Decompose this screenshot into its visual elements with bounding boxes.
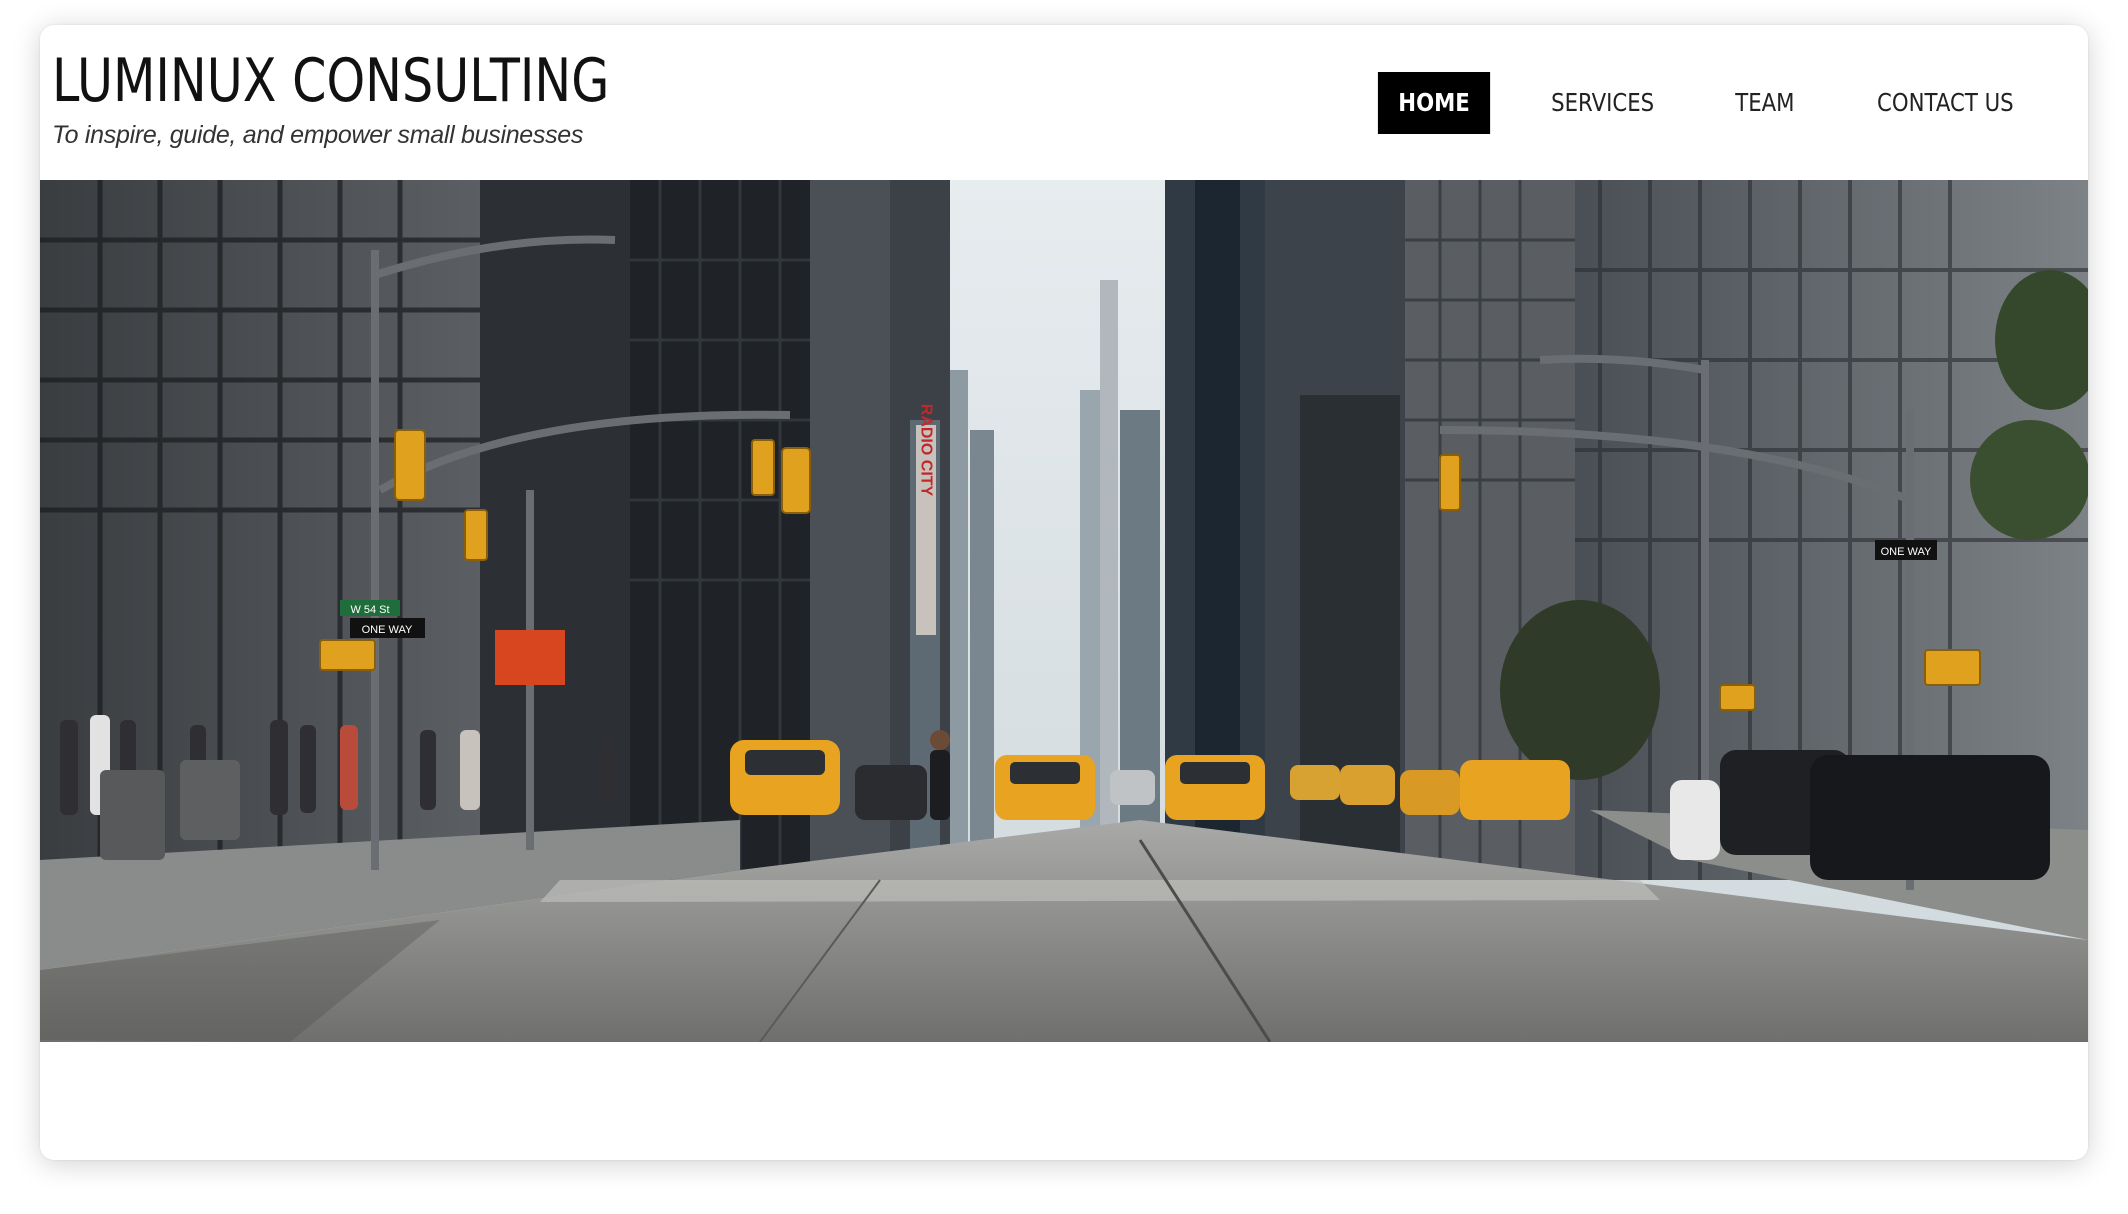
brand[interactable]: LUMINUX CONSULTING To inspire, guide, an… xyxy=(52,45,732,150)
street-sign: W 54 St xyxy=(350,604,389,616)
hero-image: RADIO CITY W 54 St ONE WAY ONE WAY xyxy=(40,180,2088,1042)
site-header: LUMINUX CONSULTING To inspire, guide, an… xyxy=(40,25,2088,180)
site-tagline: To inspire, guide, and empower small bus… xyxy=(52,121,584,149)
browser-page: LUMINUX CONSULTING To inspire, guide, an… xyxy=(40,25,2088,1160)
nav-team[interactable]: TEAM xyxy=(1714,72,1814,134)
radio-city-sign: RADIO CITY xyxy=(918,404,935,497)
one-way-sign-left: ONE WAY xyxy=(362,624,413,636)
site-title[interactable]: LUMINUX CONSULTING xyxy=(52,45,609,117)
city-street-photo: RADIO CITY W 54 St ONE WAY ONE WAY xyxy=(40,180,2088,1042)
nav-services[interactable]: SERVICES xyxy=(1531,72,1675,134)
nav-contact-us[interactable]: CONTACT US xyxy=(1857,72,2034,134)
nav-home[interactable]: HOME xyxy=(1378,72,1491,134)
main-nav: HOME SERVICES TEAM CONTACT US xyxy=(1350,72,2050,134)
one-way-sign-right: ONE WAY xyxy=(1881,546,1932,558)
